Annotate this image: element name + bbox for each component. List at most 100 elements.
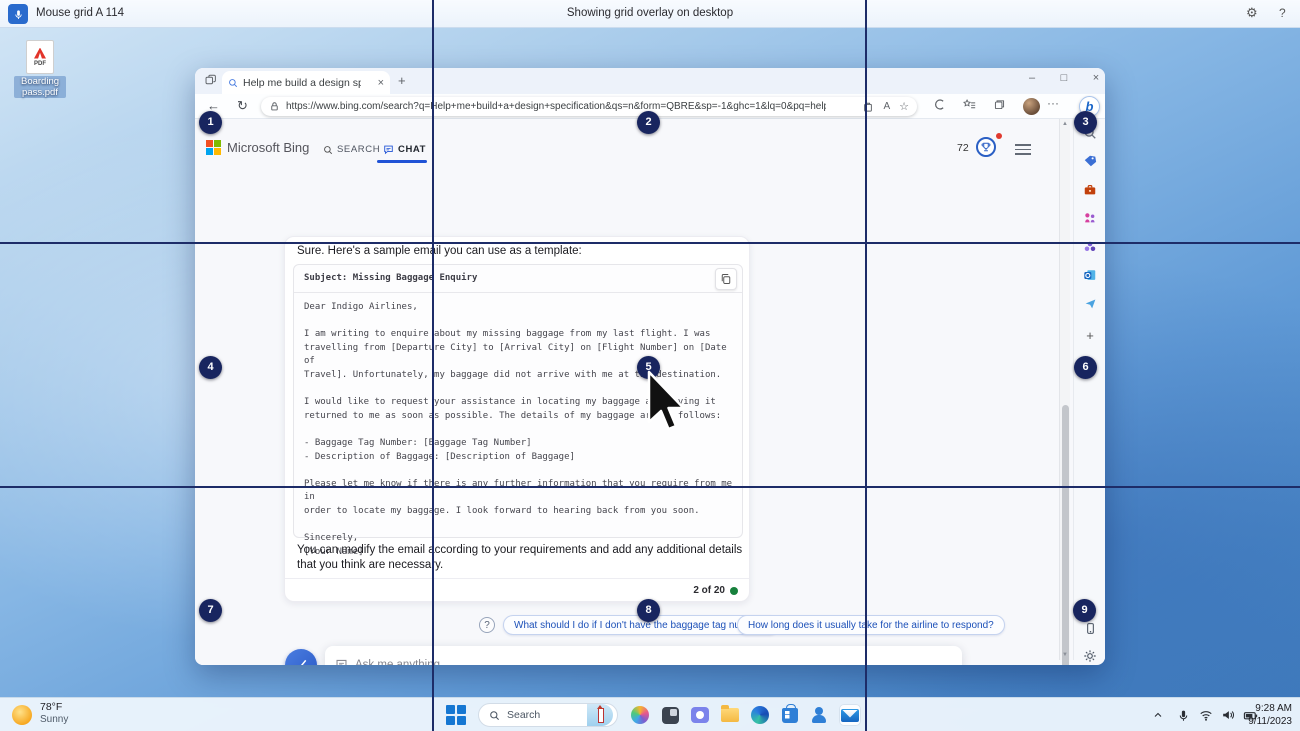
- start-button[interactable]: [445, 704, 467, 726]
- bing-chat-page: Microsoft Bing SEARCH CHAT 72 Sure. Here…: [195, 119, 1073, 665]
- page-scrollbar[interactable]: ▲ ▼: [1059, 119, 1070, 660]
- grid-vertical-line: [432, 0, 434, 731]
- card-divider: [285, 578, 749, 579]
- suggestion-chip[interactable]: How long does it usually take for the ai…: [737, 615, 1005, 635]
- chat-input-placeholder: Ask me anything...: [355, 659, 450, 666]
- mouse-cursor: [646, 369, 692, 435]
- settings-gear-icon[interactable]: ⚙: [1246, 5, 1258, 21]
- grid-tool-bar: Mouse grid A 114 Showing grid overlay on…: [0, 0, 1300, 28]
- search-icon: [323, 145, 333, 155]
- sidebar-drop-icon[interactable]: [1082, 295, 1098, 311]
- tab-title: Help me build a design specifica...: [243, 77, 361, 89]
- grid-marker-8: 8: [637, 599, 660, 622]
- grid-horizontal-line: [0, 242, 1300, 244]
- file-explorer-icon[interactable]: [719, 704, 741, 726]
- new-topic-button[interactable]: [285, 649, 317, 665]
- message-outro: You can modify the email according to yo…: [297, 543, 745, 573]
- sidebar-shopping-icon[interactable]: [1082, 153, 1098, 169]
- sidebar-tools-icon[interactable]: [1082, 182, 1098, 198]
- lock-icon: [269, 101, 280, 112]
- windows-taskbar: 78°F Sunny Search 9:28 AM 9/11/2023: [0, 697, 1300, 731]
- adobe-pdf-mark-icon: [34, 48, 46, 59]
- turn-counter: 2 of 20: [693, 585, 725, 596]
- tray-wifi-icon[interactable]: [1199, 698, 1213, 731]
- grid-tool-status: Showing grid overlay on desktop: [0, 7, 1300, 19]
- scroll-up-icon[interactable]: ▲: [1061, 121, 1069, 127]
- maximize-button[interactable]: □: [1053, 72, 1075, 84]
- task-view-icon[interactable]: [659, 704, 681, 726]
- taskbar-clock[interactable]: 9:28 AM 9/11/2023: [1248, 702, 1292, 728]
- weather-temperature[interactable]: 78°F: [40, 701, 62, 713]
- tab-chat[interactable]: CHAT: [383, 144, 426, 155]
- bing-brand[interactable]: Microsoft Bing: [227, 140, 309, 155]
- microsoft-logo: [206, 140, 221, 155]
- tab-close-icon[interactable]: ×: [378, 77, 384, 89]
- url-text: https://www.bing.com/search?q=Help+me+bu…: [286, 101, 826, 112]
- address-bar[interactable]: https://www.bing.com/search?q=Help+me+bu…: [261, 97, 917, 116]
- teams-chat-icon[interactable]: [689, 704, 711, 726]
- desktop-file-label: Boarding pass.pdf: [14, 76, 66, 98]
- grid-marker-4: 4: [199, 356, 222, 379]
- minimize-button[interactable]: –: [1021, 72, 1043, 84]
- scrollbar-thumb[interactable]: [1062, 405, 1069, 665]
- grid-marker-2: 2: [637, 111, 660, 134]
- tray-hidden-icons[interactable]: [1152, 698, 1164, 731]
- tray-date: 9/11/2023: [1248, 715, 1292, 728]
- grid-horizontal-line: [0, 486, 1300, 488]
- tab-search[interactable]: SEARCH: [323, 144, 380, 155]
- turn-counter-dot: [730, 587, 738, 595]
- people-icon[interactable]: [809, 704, 831, 726]
- pdf-file-icon: PDF: [26, 40, 54, 74]
- tab-strip: Help me build a design specifica... × + …: [195, 68, 1105, 94]
- sidebar-add-icon[interactable]: +: [1082, 327, 1098, 343]
- taskbar-search-box[interactable]: Search: [478, 703, 618, 727]
- copilot-icon[interactable]: [629, 704, 651, 726]
- copy-button[interactable]: [715, 268, 737, 290]
- scroll-down-icon[interactable]: ▼: [1061, 652, 1069, 658]
- new-tab-button[interactable]: +: [398, 73, 406, 88]
- favorite-star-icon[interactable]: ☆: [899, 100, 909, 113]
- tab-favicon-search-icon: [228, 78, 238, 88]
- grid-marker-1: 1: [199, 111, 222, 134]
- email-subject: Subject: Missing Baggage Enquiry: [304, 273, 477, 283]
- notification-dot: [996, 133, 1002, 139]
- browser-essentials-icon[interactable]: [933, 98, 946, 111]
- profile-avatar[interactable]: [1023, 98, 1040, 115]
- rewards-points: 72: [957, 142, 969, 154]
- tray-volume-icon[interactable]: [1221, 698, 1235, 731]
- message-intro: Sure. Here's a sample email you can use …: [297, 245, 582, 257]
- browser-tab[interactable]: Help me build a design specifica... ×: [222, 71, 390, 94]
- grid-marker-3: 3: [1074, 111, 1097, 134]
- sidebar-games-icon[interactable]: [1082, 210, 1098, 226]
- favorites-icon[interactable]: [963, 98, 976, 111]
- weather-condition[interactable]: Sunny: [40, 714, 68, 725]
- active-tab-underline: [377, 160, 427, 163]
- refresh-icon[interactable]: ↻: [237, 98, 248, 114]
- edge-icon[interactable]: [749, 704, 771, 726]
- microsoft-store-icon[interactable]: [779, 704, 801, 726]
- grid-marker-6: 6: [1074, 356, 1097, 379]
- sidebar-settings-icon[interactable]: [1082, 648, 1098, 664]
- outlook-icon[interactable]: [839, 704, 861, 726]
- chat-bubble-icon: [383, 144, 394, 155]
- close-button[interactable]: ×: [1085, 72, 1105, 84]
- collections-icon[interactable]: [993, 98, 1006, 111]
- edge-sidebar: +: [1073, 119, 1105, 660]
- tab-actions-icon[interactable]: [204, 74, 217, 87]
- hamburger-menu-icon[interactable]: [1015, 141, 1031, 158]
- desktop-file-boarding-pass[interactable]: PDF Boarding pass.pdf: [14, 40, 66, 98]
- tray-time: 9:28 AM: [1248, 702, 1292, 715]
- search-icon: [489, 710, 500, 721]
- grid-vertical-line: [865, 0, 867, 731]
- tray-microphone-icon[interactable]: [1177, 698, 1190, 731]
- rewards-medal-icon[interactable]: [976, 137, 996, 157]
- grid-marker-9: 9: [1073, 599, 1096, 622]
- sidebar-outlook-icon[interactable]: [1082, 267, 1098, 283]
- more-menu-icon[interactable]: ···: [1047, 96, 1059, 110]
- prompt-bubble-icon: [335, 658, 348, 665]
- help-icon[interactable]: ?: [1279, 6, 1286, 20]
- read-aloud-icon[interactable]: A: [883, 101, 890, 112]
- sidebar-phone-icon[interactable]: [1082, 620, 1098, 636]
- suggestions-help-icon[interactable]: ?: [479, 617, 495, 633]
- weather-sun-icon[interactable]: [12, 705, 32, 725]
